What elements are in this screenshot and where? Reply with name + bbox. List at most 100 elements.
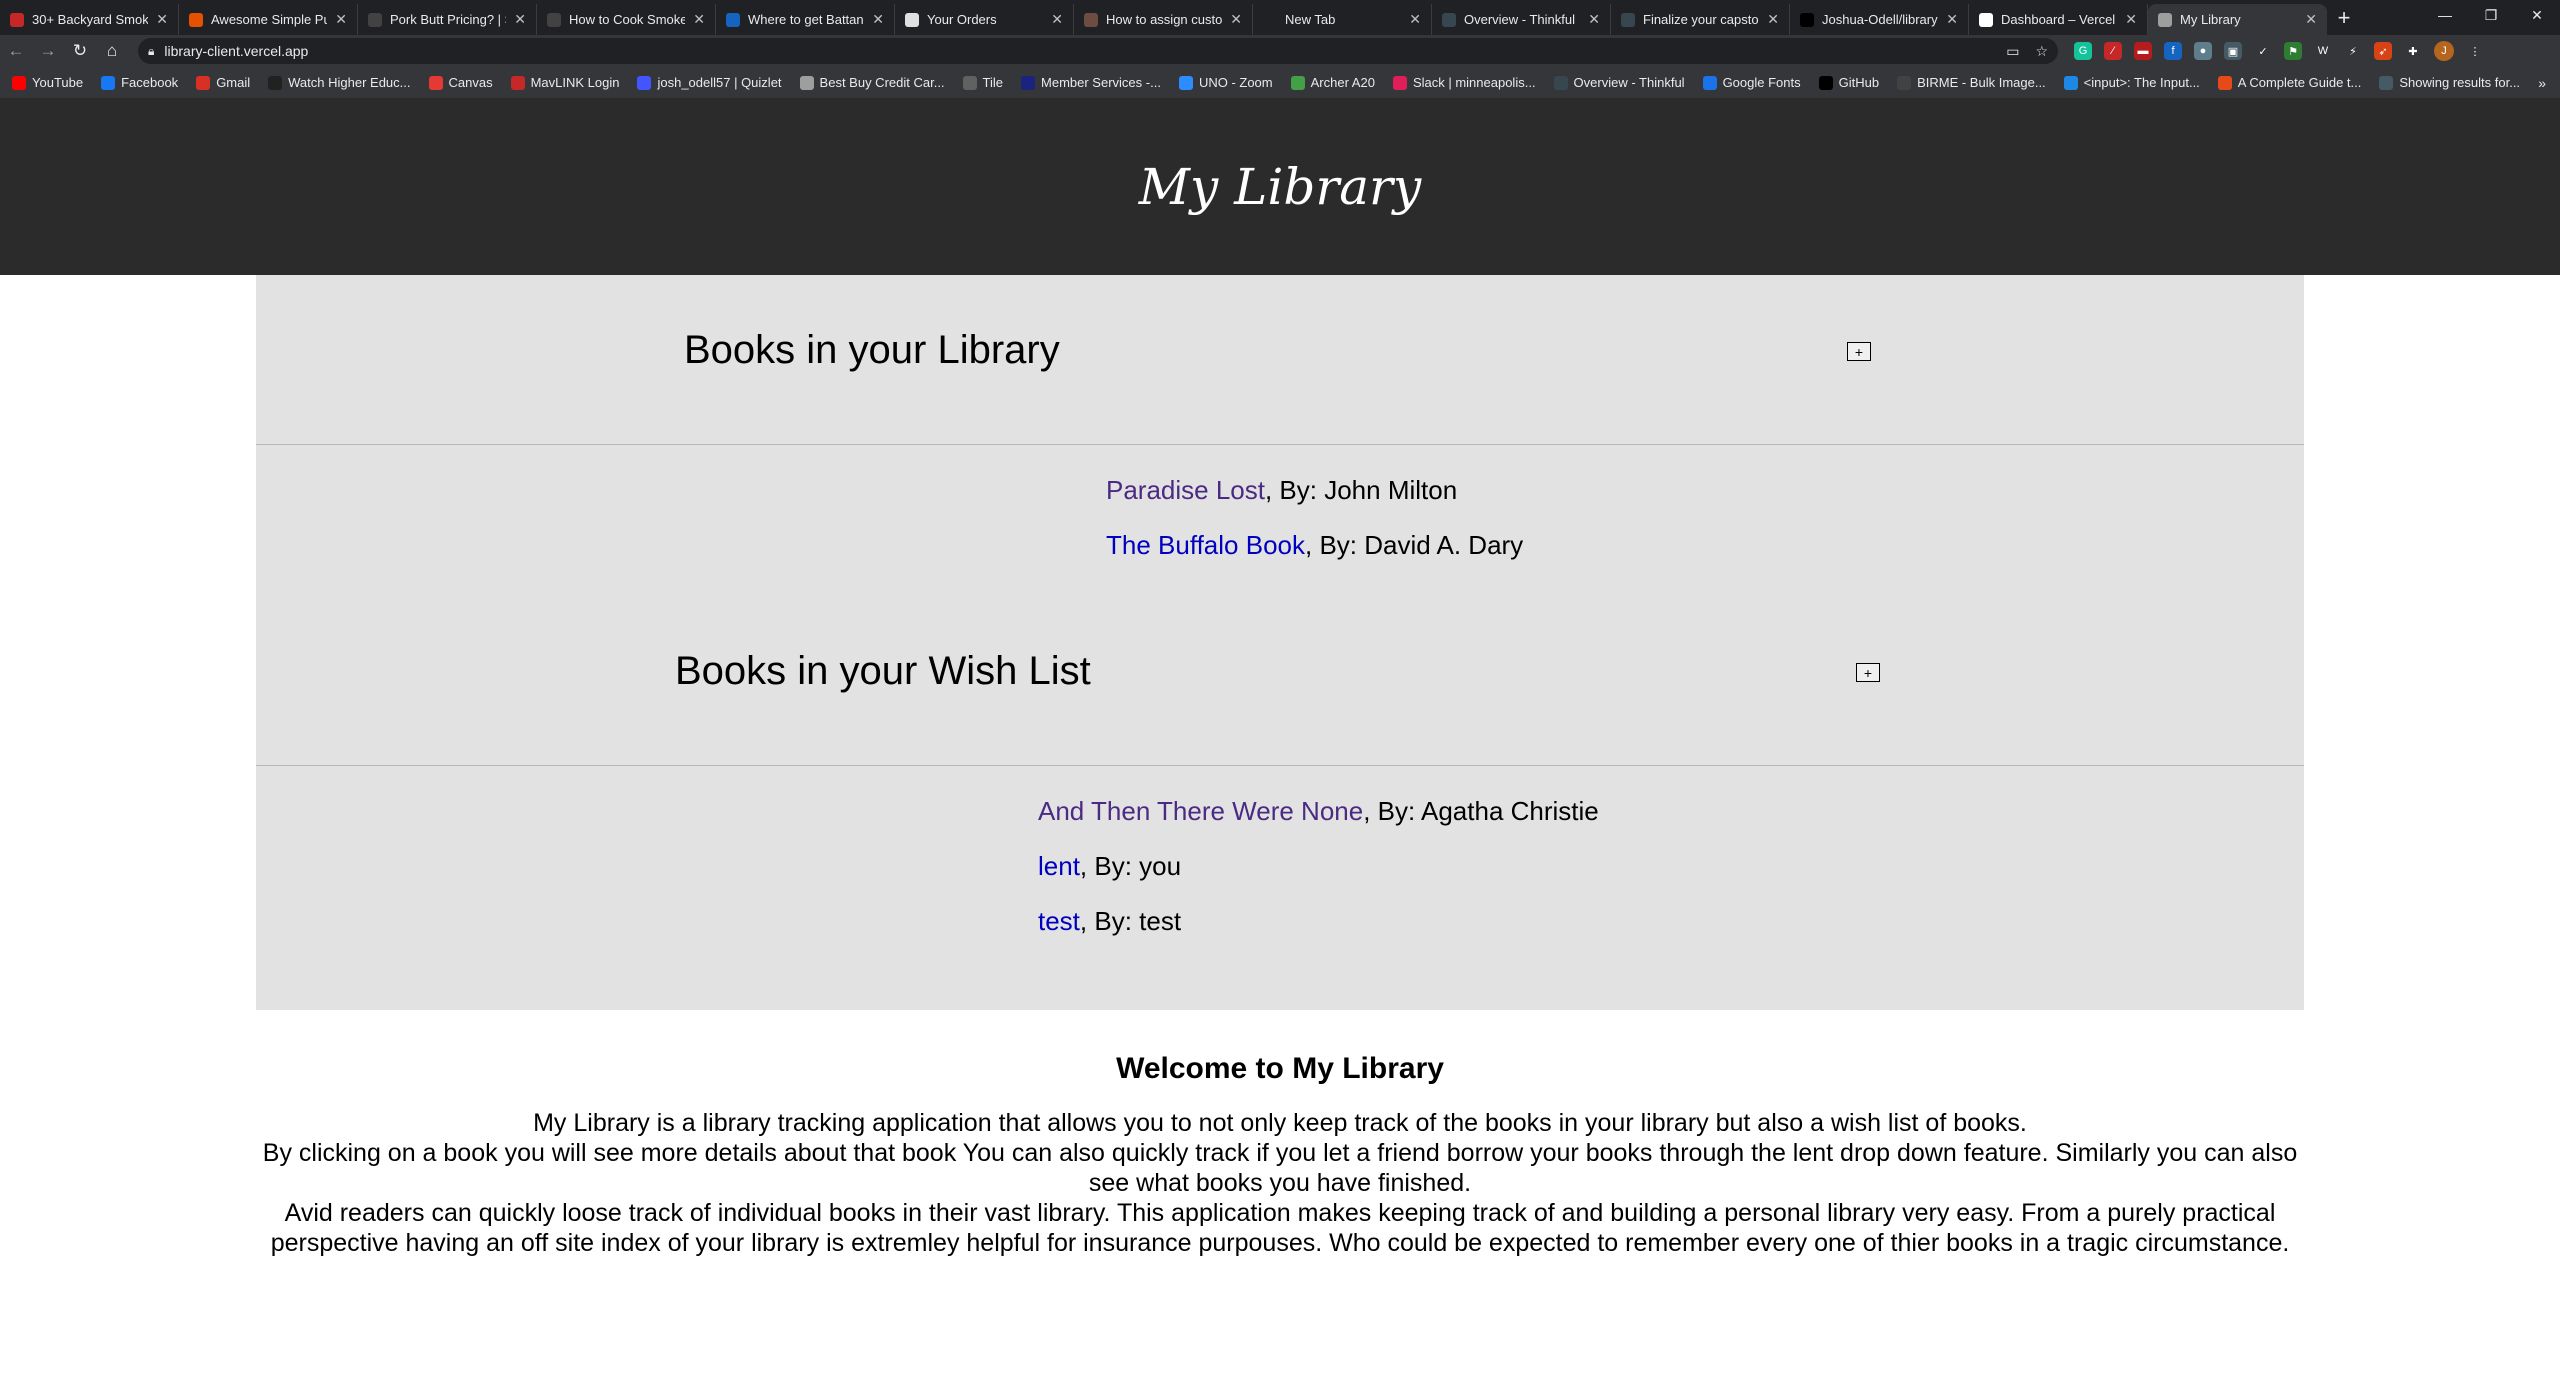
book-title-link[interactable]: Paradise Lost — [1106, 475, 1265, 505]
bookmark-label: Showing results for... — [2399, 75, 2521, 90]
facebook-extension-icon[interactable]: f — [2164, 42, 2182, 60]
tab-close-icon[interactable]: ✕ — [156, 11, 168, 28]
extensions-area: G ⁄ ▬ f ● ▣ ✓ ⚑ W ⚡ ➶ ✚ J ⋮ — [2074, 41, 2484, 61]
welcome-title: Welcome to My Library — [1116, 1052, 1444, 1085]
tab-close-icon[interactable]: ✕ — [1230, 11, 1242, 28]
pdf-extension-icon[interactable]: ⁄ — [2104, 42, 2122, 60]
browser-tab[interactable]: Dashboard – Vercel ✕ — [1969, 4, 2148, 35]
bookmark-item[interactable]: Watch Higher Educ... — [268, 75, 411, 90]
bookmarks-overflow-button[interactable]: » — [2538, 67, 2546, 99]
browser-toolbar: ← → ↻ ⌂ 🔒︎ library-client.vercel.app ▭ ☆… — [0, 35, 2560, 67]
rocket-extension-icon[interactable]: ➶ — [2374, 42, 2392, 60]
bookmark-item[interactable]: Best Buy Credit Car... — [799, 75, 945, 90]
tab-close-icon[interactable]: ✕ — [693, 11, 705, 28]
bookmark-item[interactable]: josh_odell57 | Quizlet — [637, 75, 782, 90]
restore-button[interactable]: ❐ — [2468, 0, 2514, 30]
tab-close-icon[interactable]: ✕ — [872, 11, 884, 28]
browser-tab[interactable]: Pork Butt Pricing? | Sm ✕ — [358, 4, 537, 35]
browser-tab[interactable]: How to assign custo ✕ — [1074, 4, 1253, 35]
tab-close-icon[interactable]: ✕ — [2305, 11, 2317, 28]
close-window-button[interactable]: ✕ — [2514, 0, 2560, 30]
profile-avatar[interactable]: J — [2434, 41, 2454, 61]
arrow-right-icon: → — [39, 41, 57, 60]
book-title-link[interactable]: test — [1038, 906, 1080, 936]
bookmark-item[interactable]: Gmail — [196, 75, 250, 90]
tab-strip: 30+ Backyard Smoke ✕ Awesome Simple Pul ✕ Po… — [0, 0, 2327, 35]
browser-tab[interactable]: Your Orders ✕ — [895, 4, 1074, 35]
bookmark-favicon-icon — [1897, 75, 1912, 90]
bookmark-label: Archer A20 — [1310, 75, 1375, 90]
lock-icon: 🔒︎ — [148, 43, 155, 58]
flag-extension-icon[interactable]: ⚑ — [2284, 42, 2302, 60]
tab-close-icon[interactable]: ✕ — [1588, 11, 1600, 28]
circle-extension-icon[interactable]: ● — [2194, 42, 2212, 60]
back-button[interactable]: ← — [0, 35, 32, 67]
tab-close-icon[interactable]: ✕ — [1051, 11, 1063, 28]
bookmark-label: Slack | minneapolis... — [1412, 75, 1536, 90]
forward-button[interactable]: → — [32, 35, 64, 67]
red-extension-icon[interactable]: ▬ — [2134, 42, 2152, 60]
grammarly-extension-icon[interactable]: G — [2074, 42, 2092, 60]
install-app-icon[interactable]: ▭ — [2006, 43, 2019, 60]
tab-close-icon[interactable]: ✕ — [1767, 11, 1779, 28]
bookmark-item[interactable]: Archer A20 — [1290, 75, 1375, 90]
bookmark-star-icon[interactable]: ☆ — [2035, 43, 2048, 60]
library-expand-button[interactable]: + — [1847, 342, 1871, 361]
bookmark-item[interactable]: A Complete Guide t... — [2217, 75, 2361, 90]
browser-tab[interactable]: Where to get Battani ✕ — [716, 4, 895, 35]
book-title-link[interactable]: The Buffalo Book — [1106, 530, 1305, 560]
bookmark-favicon-icon — [1702, 75, 1717, 90]
wordpress-extension-icon[interactable]: W — [2314, 42, 2332, 60]
bookmark-item[interactable]: YouTube — [12, 75, 83, 90]
minimize-button[interactable]: — — [2422, 0, 2468, 30]
tab-close-icon[interactable]: ✕ — [2125, 11, 2137, 28]
bookmark-item[interactable]: BIRME - Bulk Image... — [1897, 75, 2046, 90]
bookmark-item[interactable]: Showing results for... — [2379, 75, 2520, 90]
bookmark-favicon-icon — [1021, 75, 1036, 90]
bookmark-item[interactable]: MavLINK Login — [510, 75, 619, 90]
bookmark-item[interactable]: UNO - Zoom — [1178, 75, 1273, 90]
bookmark-item[interactable]: GitHub — [1818, 75, 1879, 90]
tab-title: How to assign custo — [1106, 12, 1223, 27]
home-button[interactable]: ⌂ — [96, 35, 128, 67]
new-tab-button[interactable]: + — [2327, 0, 2361, 35]
browser-tab[interactable]: How to Cook Smoke ✕ — [537, 4, 716, 35]
bookmark-favicon-icon — [2063, 75, 2078, 90]
browser-tab[interactable]: 30+ Backyard Smoke ✕ — [0, 4, 179, 35]
address-bar[interactable]: 🔒︎ library-client.vercel.app ▭ ☆ — [138, 38, 2058, 64]
reload-button[interactable]: ↻ — [64, 35, 96, 67]
bookmark-item[interactable]: Canvas — [428, 75, 493, 90]
url-text[interactable]: library-client.vercel.app — [164, 43, 2006, 59]
book-item: And Then There Were None, By: Agatha Chr… — [1038, 796, 1599, 851]
tab-close-icon[interactable]: ✕ — [514, 11, 526, 28]
bookmark-item[interactable]: Google Fonts — [1702, 75, 1801, 90]
bookmark-item[interactable]: <input>: The Input... — [2063, 75, 2200, 90]
kebab-menu-icon[interactable]: ⋮ — [2466, 42, 2484, 60]
bookmark-label: <input>: The Input... — [2083, 75, 2200, 90]
bookmark-item[interactable]: Member Services -... — [1021, 75, 1161, 90]
browser-tab[interactable]: New Tab ✕ — [1253, 4, 1432, 35]
bookmark-item[interactable]: Overview - Thinkful — [1553, 75, 1685, 90]
tab-close-icon[interactable]: ✕ — [1946, 11, 1958, 28]
wishlist-expand-button[interactable]: + — [1856, 663, 1880, 682]
browser-tab[interactable]: Overview - Thinkful ✕ — [1432, 4, 1611, 35]
bookmark-item[interactable]: Slack | minneapolis... — [1392, 75, 1536, 90]
tab-close-icon[interactable]: ✕ — [1409, 11, 1421, 28]
tab-close-icon[interactable]: ✕ — [335, 11, 347, 28]
check-extension-icon[interactable]: ✓ — [2254, 42, 2272, 60]
site-title: My Library — [1138, 158, 1422, 216]
book-title-link[interactable]: lent — [1038, 851, 1080, 881]
screen-extension-icon[interactable]: ▣ — [2224, 42, 2242, 60]
browser-tab[interactable]: Finalize your capston ✕ — [1611, 4, 1790, 35]
browser-tab[interactable]: Joshua-Odell/library- ✕ — [1790, 4, 1969, 35]
puzzle-extensions-icon[interactable]: ✚ — [2404, 42, 2422, 60]
book-title-link[interactable]: And Then There Were None — [1038, 796, 1363, 826]
bookmark-favicon-icon — [101, 75, 116, 90]
wappalyzer-extension-icon[interactable]: ⚡ — [2344, 42, 2362, 60]
browser-tab[interactable]: My Library ✕ — [2148, 4, 2327, 35]
browser-tab[interactable]: Awesome Simple Pul ✕ — [179, 4, 358, 35]
bookmark-item[interactable]: Facebook — [101, 75, 178, 90]
tab-title: Your Orders — [927, 12, 997, 27]
library-section-header: Books in your Library + — [256, 275, 2304, 445]
bookmark-item[interactable]: Tile — [962, 75, 1003, 90]
